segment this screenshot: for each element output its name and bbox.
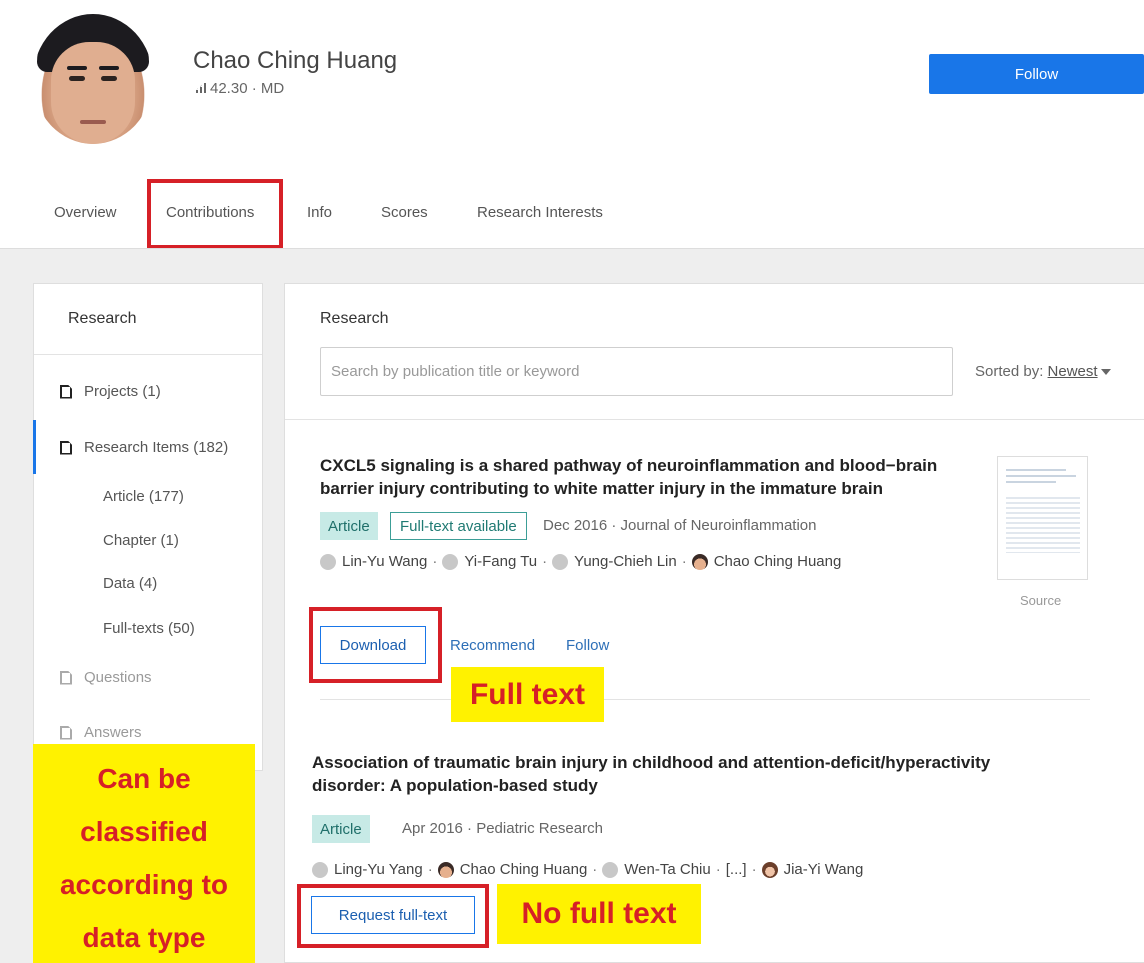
sidebar-item-data[interactable]: Data (4) (103, 575, 157, 592)
main-divider (285, 419, 1144, 420)
sort-dropdown[interactable]: Sorted by: Newest (975, 363, 1111, 380)
author-avatar (320, 553, 336, 570)
author-avatar (442, 553, 459, 570)
sidebar-item-research-items[interactable]: Research Items (182) (60, 439, 228, 456)
classification-annotation: Can be classified according to data type (33, 744, 255, 963)
article-type-badge: Article (320, 512, 378, 540)
tab-info[interactable]: Info (307, 204, 332, 221)
avatar-face (51, 42, 135, 144)
author-avatar (552, 553, 569, 570)
tab-overview[interactable]: Overview (54, 204, 117, 221)
separator-dot: · (751, 861, 757, 878)
sort-value[interactable]: Newest (1048, 363, 1098, 380)
author-name[interactable]: Chao Ching Huang (460, 861, 588, 878)
publication-title[interactable]: CXCL5 signaling is a shared pathway of n… (320, 454, 937, 500)
author-name[interactable]: Yi-Fang Tu (464, 553, 537, 570)
annotation-line: Can be (97, 763, 191, 794)
thumbnail-line (1006, 475, 1076, 477)
publication-title-line: barrier injury contributing to white mat… (320, 479, 883, 498)
annotation-line: according to (59, 869, 228, 900)
author-name[interactable]: Lin-Yu Wang (342, 553, 427, 570)
publication-title[interactable]: Association of traumatic brain injury in… (312, 751, 990, 797)
sidebar-item-full-texts[interactable]: Full-texts (50) (103, 620, 195, 637)
thumbnail-text-block (1006, 497, 1080, 553)
thumbnail-line (1006, 469, 1066, 471)
sidebar-item-answers[interactable]: Answers (60, 724, 142, 741)
fulltext-available-badge: Full-text available (390, 512, 527, 540)
author-name[interactable]: Wen-Ta Chiu (624, 861, 710, 878)
chevron-down-icon (1100, 369, 1111, 376)
document-icon (60, 384, 72, 399)
recommend-link[interactable]: Recommend (450, 637, 535, 654)
active-indicator (33, 420, 36, 474)
sidebar-item-label: Answers (84, 724, 142, 741)
sidebar-item-label: Questions (84, 669, 152, 686)
separator-dot: · (715, 861, 721, 878)
avatar-eye (69, 76, 85, 81)
sort-label: Sorted by: (975, 363, 1044, 380)
author-avatar (312, 861, 328, 878)
author-avatar (761, 861, 778, 878)
sidebar-item-chapter[interactable]: Chapter (1) (103, 532, 179, 549)
request-highlight-box (297, 884, 489, 948)
sidebar-divider (34, 354, 262, 355)
document-icon (60, 440, 72, 455)
sidebar-item-projects[interactable]: Projects (1) (60, 383, 161, 400)
document-icon (60, 725, 72, 740)
sidebar-title: Research (68, 310, 137, 327)
download-highlight-box (309, 607, 442, 683)
publication-divider (320, 699, 1090, 700)
document-icon (60, 670, 72, 685)
publication-thumbnail[interactable] (997, 456, 1088, 580)
no-full-text-annotation: No full text (497, 884, 701, 944)
article-type-badge: Article (312, 815, 370, 843)
sidebar-item-questions[interactable]: Questions (60, 669, 152, 686)
separator-dot: · (432, 553, 438, 570)
separator-dot: · (427, 861, 433, 878)
contributions-highlight-box (147, 179, 283, 249)
separator-dot: · (542, 553, 548, 570)
sidebar-item-label: Projects (1) (84, 383, 161, 400)
profile-score: 42.30 · MD (196, 80, 284, 97)
publication-meta: Apr 2016 · Pediatric Research (402, 820, 603, 837)
sidebar-item-article[interactable]: Article (177) (103, 488, 184, 505)
profile-avatar[interactable] (33, 14, 153, 144)
separator-dot: · (681, 553, 687, 570)
annotation-line: classified (80, 816, 208, 847)
publication-meta: Dec 2016 · Journal of Neuroinflammation (543, 517, 817, 534)
avatar-mouth (80, 120, 106, 124)
author-name[interactable]: Ling-Yu Yang (334, 861, 423, 878)
separator-dot: · (592, 861, 598, 878)
follow-publication-link[interactable]: Follow (566, 637, 609, 654)
author-avatar (691, 553, 708, 570)
score-value: 42.30 · MD (210, 80, 285, 97)
avatar-eye (101, 76, 117, 81)
author-list: Lin-Yu Wang · Yi-Fang Tu · Yung-Chieh Lin ·… (320, 553, 841, 570)
avatar-brow (99, 66, 119, 70)
publication-title-line: CXCL5 signaling is a shared pathway of n… (320, 456, 938, 475)
profile-name[interactable]: Chao Ching Huang (193, 47, 397, 75)
author-name[interactable]: Chao Ching Huang (714, 553, 842, 570)
research-sidebar: Research Projects (1) Research Items (18… (33, 283, 263, 771)
avatar-brow (67, 66, 87, 70)
author-name[interactable]: Jia-Yi Wang (784, 861, 864, 878)
main-title: Research (320, 310, 389, 327)
more-authors[interactable]: [...] (726, 861, 747, 878)
thumbnail-line (1006, 481, 1056, 483)
annotation-line: data type (82, 922, 206, 953)
publication-title-line: Association of traumatic brain injury in… (312, 753, 991, 772)
sidebar-item-label: Research Items (182) (84, 439, 229, 456)
tab-research-interests[interactable]: Research Interests (477, 204, 603, 221)
author-avatar (602, 861, 619, 878)
author-name[interactable]: Yung-Chieh Lin (574, 553, 677, 570)
follow-profile-button[interactable]: Follow (929, 54, 1144, 94)
search-input[interactable] (320, 347, 953, 396)
score-bars-icon (196, 83, 206, 93)
thumbnail-source-label: Source (1020, 593, 1062, 608)
tab-scores[interactable]: Scores (381, 204, 428, 221)
author-avatar (437, 861, 454, 878)
publication-title-line: disorder: A population-based study (312, 776, 598, 795)
author-list: Ling-Yu Yang · Chao Ching Huang · Wen-Ta C… (312, 861, 863, 878)
full-text-annotation: Full text (451, 667, 604, 722)
